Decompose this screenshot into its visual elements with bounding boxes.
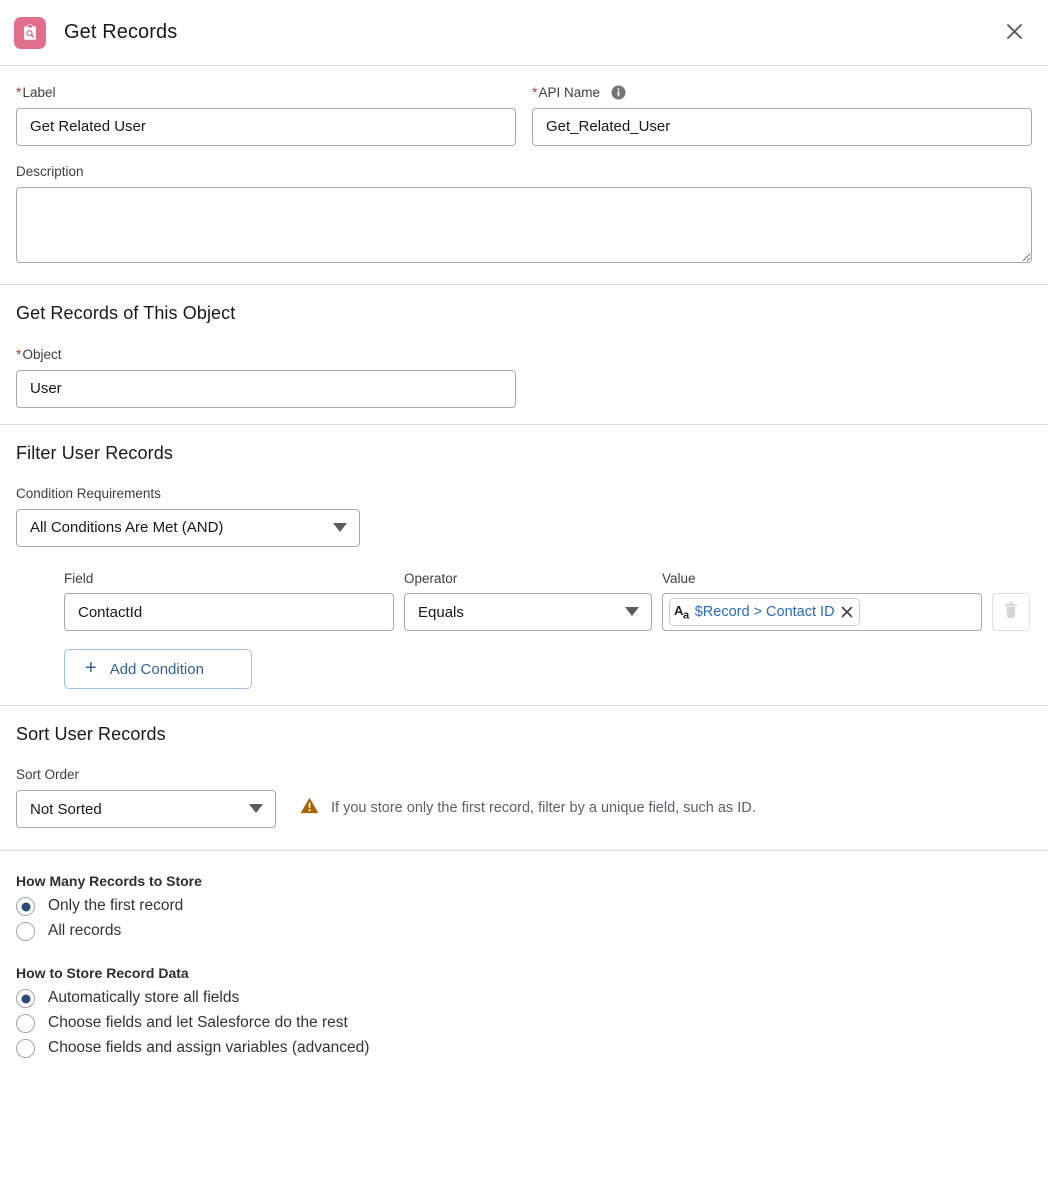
close-button[interactable]	[1000, 19, 1028, 47]
radio-label: All records	[48, 922, 122, 940]
condition-requirements-select[interactable]	[16, 508, 360, 547]
get-records-clipboard-search-icon	[14, 16, 46, 49]
radio-only-first-record[interactable]: Only the first record	[16, 897, 1032, 917]
api-name-input[interactable]	[532, 107, 1032, 146]
sort-warning: If you store only the first record, filt…	[300, 797, 756, 819]
label-field-group: *Label	[16, 84, 516, 146]
radio-indicator	[16, 989, 35, 1009]
condition-operator-column-header: Operator	[404, 570, 458, 586]
warning-triangle-icon	[300, 797, 319, 819]
description-field-label: Description	[16, 163, 84, 179]
radio-choose-fields-salesforce-rest[interactable]: Choose fields and let Salesforce do the …	[16, 1014, 1032, 1034]
label-input[interactable]	[16, 107, 516, 146]
radio-all-records[interactable]: All records	[16, 922, 1032, 942]
close-icon	[1006, 23, 1023, 43]
sort-section: Sort User Records Sort Order Not Sorted …	[0, 706, 1048, 852]
condition-requirements-group: Condition Requirements	[16, 486, 360, 547]
how-many-records-group: How Many Records to Store Only the first…	[16, 873, 1032, 942]
required-marker: *	[532, 84, 538, 100]
condition-requirements-value[interactable]	[16, 508, 360, 547]
api-name-field-label: *API Name	[532, 84, 1032, 102]
add-condition-label: Add Condition	[109, 660, 204, 678]
how-to-store-group: How to Store Record Data Automatically s…	[16, 965, 1032, 1059]
storage-section: How Many Records to Store Only the first…	[0, 851, 1048, 1074]
condition-value-column-header: Value	[662, 570, 696, 586]
object-field-label: *Object	[16, 345, 62, 362]
basics-section: *Label *API Name	[0, 66, 1048, 285]
radio-automatically-store-all-fields[interactable]: Automatically store all fields	[16, 989, 1032, 1009]
condition-operator-value[interactable]	[404, 593, 652, 632]
required-marker: *	[16, 84, 22, 100]
conditions-area: Field Operator Value	[16, 571, 1032, 690]
object-input[interactable]	[16, 369, 516, 408]
object-field-group: *Object	[16, 346, 516, 408]
filter-section-title: Filter User Records	[16, 442, 173, 463]
info-icon[interactable]	[611, 85, 626, 100]
description-field-group: Description	[16, 164, 1032, 268]
radio-label: Automatically store all fields	[48, 989, 240, 1007]
resource-pill[interactable]: Aa $Record > Contact ID	[669, 598, 860, 627]
condition-operator-group: Operator	[404, 571, 652, 632]
radio-label: Only the first record	[48, 897, 184, 915]
plus-icon: +	[85, 657, 97, 680]
condition-requirements-label: Condition Requirements	[16, 485, 161, 501]
condition-operator-select[interactable]	[404, 593, 652, 632]
resource-pill-label: $Record > Contact ID	[694, 604, 835, 621]
sort-order-value[interactable]	[16, 790, 276, 829]
add-condition-button[interactable]: + Add Condition	[64, 649, 252, 690]
page-title: Get Records	[64, 21, 178, 43]
radio-label: Choose fields and assign variables (adva…	[48, 1039, 370, 1057]
radio-label: Choose fields and let Salesforce do the …	[48, 1014, 348, 1032]
filter-section: Filter User Records Condition Requiremen…	[0, 425, 1048, 707]
required-marker: *	[16, 345, 22, 362]
how-many-records-title: How Many Records to Store	[16, 873, 202, 890]
dialog-header: Get Records	[0, 0, 1048, 66]
radio-indicator	[16, 922, 35, 942]
condition-value-input[interactable]: Aa $Record > Contact ID	[662, 593, 982, 632]
radio-indicator	[16, 1039, 35, 1059]
sort-order-group: Sort Order	[16, 767, 276, 829]
object-section: Get Records of This Object *Object	[0, 285, 1048, 425]
label-api-row: *Label *API Name	[16, 84, 1032, 146]
condition-value-group: Value Aa $Record > Contact ID	[662, 571, 982, 632]
description-textarea[interactable]	[16, 186, 1032, 263]
radio-choose-fields-assign-variables[interactable]: Choose fields and assign variables (adva…	[16, 1039, 1032, 1059]
label-field-label: *Label	[16, 84, 56, 100]
object-section-title: Get Records of This Object	[16, 302, 236, 323]
condition-field-group: Field	[64, 571, 394, 632]
close-icon[interactable]	[841, 606, 853, 618]
sort-warning-text: If you store only the first record, filt…	[331, 799, 756, 816]
sort-order-select[interactable]	[16, 790, 276, 829]
radio-indicator	[16, 1014, 35, 1034]
radio-indicator	[16, 897, 35, 917]
text-type-Aa-icon: Aa	[674, 602, 689, 622]
condition-field-column-header: Field	[64, 570, 94, 586]
api-name-field-group: *API Name	[532, 84, 1032, 146]
delete-condition-button	[992, 593, 1030, 632]
sort-section-title: Sort User Records	[16, 724, 166, 745]
get-records-dialog: Get Records *Label *API Name	[0, 0, 1048, 1194]
how-to-store-title: How to Store Record Data	[16, 965, 189, 982]
trash-icon	[1003, 601, 1019, 624]
sort-order-row: Sort Order Not Sorted If you store only …	[16, 767, 1032, 829]
condition-field-input[interactable]	[64, 593, 394, 632]
condition-delete-group	[992, 593, 1032, 632]
condition-row: Field Operator Value	[64, 571, 1032, 632]
sort-order-label: Sort Order	[16, 767, 80, 783]
